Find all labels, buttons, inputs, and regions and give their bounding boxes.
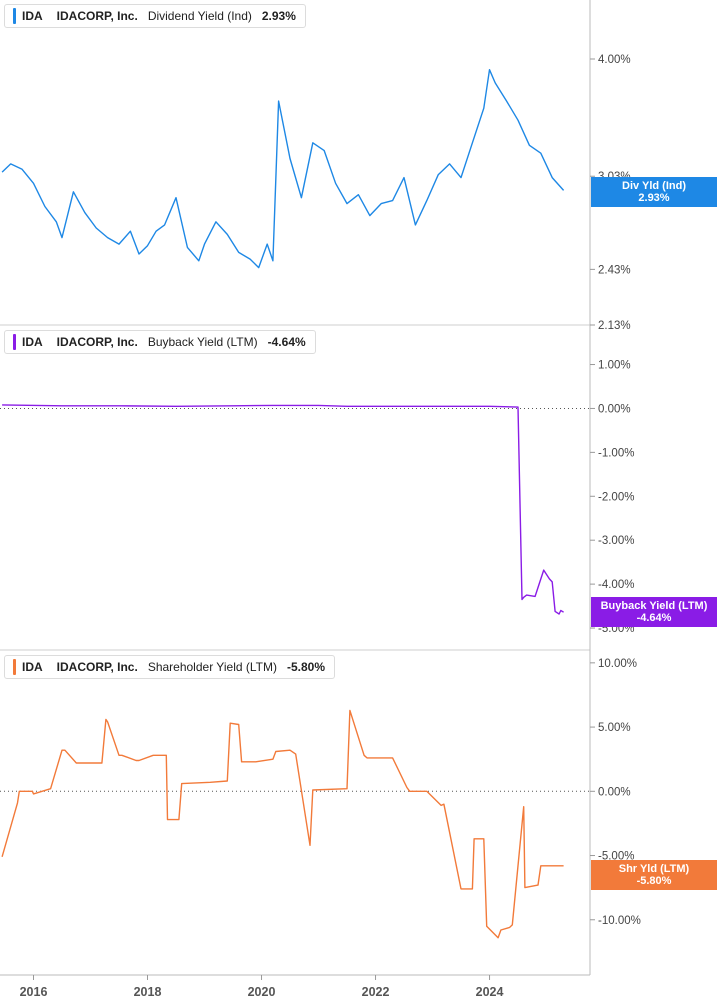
chart-canvas: 4.00%3.03%2.43%2.13%1.00%0.00%-1.00%-2.0… <box>0 0 641 999</box>
shareholder-legend[interactable]: IDA IDACORP, Inc. Shareholder Yield (LTM… <box>4 655 336 679</box>
y-tick-label: 5.00% <box>598 722 631 734</box>
y-tick-label: 2.13% <box>598 320 631 332</box>
legend-ticker: IDA <box>22 660 43 674</box>
legend-value: 2.93% <box>261 9 296 23</box>
buyback-value-badge: Buyback Yield (LTM) -4.64% <box>591 597 717 627</box>
legend-company: IDACORP, Inc. <box>56 335 138 349</box>
x-tick-label: 2020 <box>248 985 276 999</box>
y-tick-label: 1.00% <box>598 360 631 372</box>
legend-metric: Shareholder Yield (LTM) <box>147 660 277 674</box>
legend-metric: Dividend Yield (Ind) <box>147 9 252 23</box>
chart-axes: 4.00%3.03%2.43%2.13%1.00%0.00%-1.00%-2.0… <box>0 0 641 999</box>
y-tick-label: -4.00% <box>598 579 634 591</box>
chart-series <box>1 68 565 939</box>
shareholder-value-badge: Shr Yld (LTM) -5.80% <box>591 860 717 890</box>
shareholder-series-line <box>1 709 564 939</box>
legend-value: -4.64% <box>267 335 306 349</box>
legend-value: -5.80% <box>286 660 326 674</box>
x-tick-label: 2022 <box>362 985 390 999</box>
y-tick-label: -3.00% <box>598 535 634 547</box>
dividend-series-marker <box>13 8 16 24</box>
x-tick-label: 2018 <box>134 985 162 999</box>
y-tick-label: 0.00% <box>598 403 631 415</box>
legend-company: IDACORP, Inc. <box>56 9 138 23</box>
badge-value: 2.93% <box>638 192 670 204</box>
shareholder-series-marker <box>13 659 16 675</box>
buyback-series-line <box>2 404 564 615</box>
legend-company: IDACORP, Inc. <box>56 660 138 674</box>
x-tick-label: 2024 <box>476 985 504 999</box>
dividend-legend[interactable]: IDA IDACORP, Inc. Dividend Yield (Ind) 2… <box>4 4 306 28</box>
legend-metric: Buyback Yield (LTM) <box>147 335 258 349</box>
buyback-series-marker <box>13 334 16 350</box>
dividend-series-line <box>1 68 565 269</box>
legend-ticker: IDA <box>22 9 43 23</box>
y-tick-label: -10.00% <box>598 915 641 927</box>
y-tick-label: 2.43% <box>598 264 631 276</box>
badge-label: Buyback Yield (LTM) <box>600 600 708 612</box>
legend-ticker: IDA <box>22 335 43 349</box>
y-tick-label: -1.00% <box>598 447 634 459</box>
buyback-legend[interactable]: IDA IDACORP, Inc. Buyback Yield (LTM) -4… <box>4 330 316 354</box>
y-tick-label: 10.00% <box>598 658 637 670</box>
badge-label: Div Yld (Ind) <box>622 180 686 192</box>
badge-label: Shr Yld (LTM) <box>618 863 690 875</box>
y-tick-label: -2.00% <box>598 491 634 503</box>
y-tick-label: 4.00% <box>598 54 631 66</box>
chart-grid <box>0 324 590 792</box>
badge-value: -4.64% <box>636 612 672 624</box>
dividend-value-badge: Div Yld (Ind) 2.93% <box>591 177 717 207</box>
y-tick-label: 0.00% <box>598 786 631 798</box>
badge-value: -5.80% <box>636 875 672 887</box>
x-tick-label: 2016 <box>20 985 48 999</box>
